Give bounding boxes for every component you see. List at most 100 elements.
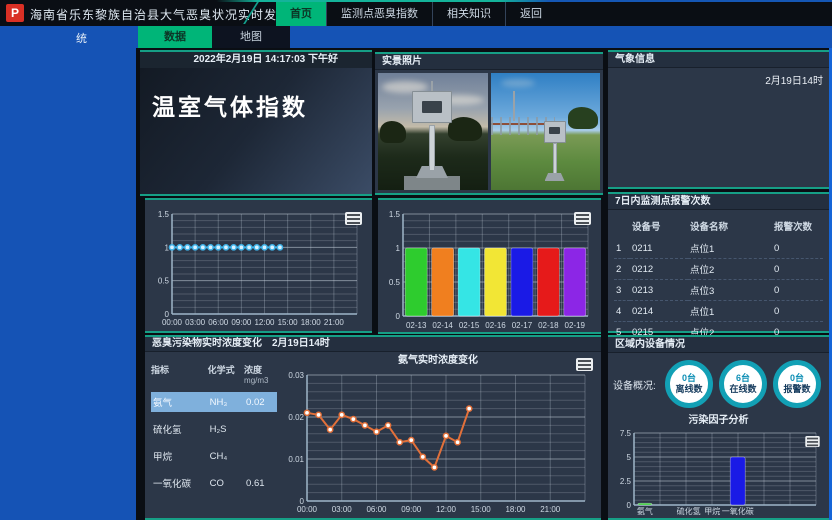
nav-odor-index[interactable]: 监测点恶臭指数 xyxy=(326,2,432,26)
device-stats-row: 设备概况: 0台 离线数 6台 在线数 0台 报警数 xyxy=(613,360,827,408)
tree-silhouette xyxy=(380,121,406,143)
device-screen xyxy=(549,127,560,134)
logo-glyph: P xyxy=(11,6,19,20)
column-header-device-id: 设备号 xyxy=(630,217,688,238)
weather-panel: 气象信息 2月19日14时 xyxy=(608,50,829,189)
concentration-unit: mg/m3 xyxy=(244,376,277,385)
svg-text:03:00: 03:00 xyxy=(332,505,353,514)
svg-text:02-13: 02-13 xyxy=(406,321,427,330)
alarm-count-label: 报警数 xyxy=(783,384,810,395)
chart-menu-icon[interactable] xyxy=(576,358,593,371)
app-logo: P xyxy=(6,4,24,22)
datetime-bar: 2022年2月19日 14:17:03 下午好 xyxy=(140,52,372,68)
column-header-indicator: 指标 xyxy=(151,363,208,385)
svg-text:02-19: 02-19 xyxy=(565,321,586,330)
greenhouse-trend-chart-panel: 00:0003:0006:0009:0012:0015:0018:0021:00… xyxy=(145,198,372,333)
table-row[interactable]: 甲烷CH₄ xyxy=(151,446,277,466)
concrete-plinth xyxy=(404,176,460,190)
table-row[interactable]: 氨气NH₃0.02 xyxy=(151,392,277,412)
app-title: 海南省乐东黎族自治县大气恶臭状况实时发布系 xyxy=(30,6,303,23)
device-pole xyxy=(553,143,557,177)
pollutant-table: 指标 化学式 浓度 mg/m3 氨气NH₃0.02 硫化氢H₂S 甲烷CH₄ 一氧化碳… xyxy=(151,356,277,500)
greenhouse-headline-area: 温室气体指数 xyxy=(140,68,372,194)
weather-time: 2月19日14时 xyxy=(765,72,823,87)
pollutant-analysis-title: 污染因子分析 xyxy=(608,413,829,429)
column-header-formula: 化学式 xyxy=(208,363,244,385)
concentration-label: 浓度 xyxy=(244,365,262,375)
chart-menu-icon[interactable] xyxy=(805,436,819,447)
svg-text:06:00: 06:00 xyxy=(366,505,387,514)
svg-text:12:00: 12:00 xyxy=(254,318,275,327)
table-row[interactable]: 硫化氢H₂S xyxy=(151,419,277,439)
tab-map[interactable]: 地图 xyxy=(212,26,290,48)
alarm-count-value: 0台 xyxy=(790,373,804,384)
svg-text:0: 0 xyxy=(396,312,401,321)
weather-body: 2月19日14时 xyxy=(608,68,829,187)
table-cell: 0 xyxy=(772,301,823,322)
svg-text:0.01: 0.01 xyxy=(288,455,304,464)
svg-text:09:00: 09:00 xyxy=(231,318,252,327)
table-cell: 4 xyxy=(614,301,630,322)
stat-alarm-count: 0台 报警数 xyxy=(773,360,821,408)
device-overview-label: 设备概况: xyxy=(613,377,665,392)
chart-menu-icon[interactable] xyxy=(345,212,362,225)
column-header xyxy=(614,217,630,238)
svg-text:00:00: 00:00 xyxy=(297,505,318,514)
odor-panel-time: 2月19日14时 xyxy=(272,337,330,351)
photos-panel-title: 实景照片 xyxy=(375,54,603,70)
device-antenna xyxy=(431,81,433,91)
online-count-value: 6台 xyxy=(736,373,750,384)
datetime-text: 2022年2月19日 14:17:03 下午好 xyxy=(193,54,338,65)
device-pole xyxy=(429,125,435,171)
table-row[interactable]: 一氧化碳CO0.61 xyxy=(151,473,277,493)
devices-panel-title: 区域内设备情况 xyxy=(608,337,829,353)
svg-text:18:00: 18:00 xyxy=(505,505,526,514)
table-cell: 点位3 xyxy=(688,280,772,301)
tab-data[interactable]: 数据 xyxy=(138,26,212,48)
column-header-alarm-count: 报警次数 xyxy=(772,217,823,238)
photos-container xyxy=(375,70,603,193)
svg-text:15:00: 15:00 xyxy=(471,505,492,514)
nav-home[interactable]: 首页 xyxy=(276,2,326,26)
weather-panel-title: 气象信息 xyxy=(608,52,829,68)
svg-text:0.03: 0.03 xyxy=(288,371,304,380)
alarm-panel-title: 7日内监测点报警次数 xyxy=(608,194,829,210)
svg-text:09:00: 09:00 xyxy=(401,505,422,514)
svg-text:21:00: 21:00 xyxy=(324,318,345,327)
site-photo-dusk[interactable] xyxy=(378,73,488,190)
table-cell: 0213 xyxy=(630,280,688,301)
svg-text:一氧化碳: 一氧化碳 xyxy=(722,506,754,516)
greenhouse-line-chart: 00:0003:0006:0009:0012:0015:0018:0021:00… xyxy=(148,204,369,329)
svg-text:1.5: 1.5 xyxy=(389,210,401,219)
svg-text:02-16: 02-16 xyxy=(485,321,506,330)
title-wrapped-char: 统 xyxy=(76,30,87,46)
table-cell: 点位1 xyxy=(688,301,772,322)
table-row[interactable]: 20212点位20 xyxy=(614,259,823,280)
nav-knowledge[interactable]: 相关知识 xyxy=(432,2,505,26)
table-cell: NH₃ xyxy=(208,392,244,412)
svg-text:0.5: 0.5 xyxy=(389,278,401,287)
cloud-shape xyxy=(501,79,535,87)
table-cell: 0.02 xyxy=(244,392,277,412)
table-row[interactable]: 30213点位30 xyxy=(614,280,823,301)
table-cell: 硫化氢 xyxy=(151,419,208,439)
table-row[interactable]: 40214点位10 xyxy=(614,301,823,322)
svg-text:21:00: 21:00 xyxy=(540,505,561,514)
ammonia-chart-area: 氨气实时浓度变化 00:0003:0006:0009:0012:0015:001… xyxy=(279,353,597,516)
odor-panel-title: 恶臭污染物实时浓度变化 xyxy=(152,337,262,351)
svg-text:1: 1 xyxy=(396,244,401,253)
site-photo-day[interactable] xyxy=(491,73,601,190)
site-photos-panel: 实景照片 xyxy=(375,52,603,195)
online-count-label: 在线数 xyxy=(729,384,756,395)
table-cell: 一氧化碳 xyxy=(151,473,208,493)
top-header: P 海南省乐东黎族自治县大气恶臭状况实时发布系 首页 监测点恶臭指数 相关知识 … xyxy=(0,0,832,26)
daily-index-bar-chart-panel: 00.511.502-1302-1402-1502-1602-1702-1802… xyxy=(378,198,601,334)
nav-back[interactable]: 返回 xyxy=(505,2,556,26)
svg-text:氨气: 氨气 xyxy=(637,506,653,516)
sub-header: 统 数据 地图 xyxy=(0,26,832,48)
chart-menu-icon[interactable] xyxy=(574,212,591,225)
table-row[interactable]: 10211点位10 xyxy=(614,238,823,259)
table-cell xyxy=(244,446,277,466)
table-cell: H₂S xyxy=(208,419,244,439)
pollutant-table-body: 氨气NH₃0.02 硫化氢H₂S 甲烷CH₄ 一氧化碳CO0.61 xyxy=(151,392,277,493)
